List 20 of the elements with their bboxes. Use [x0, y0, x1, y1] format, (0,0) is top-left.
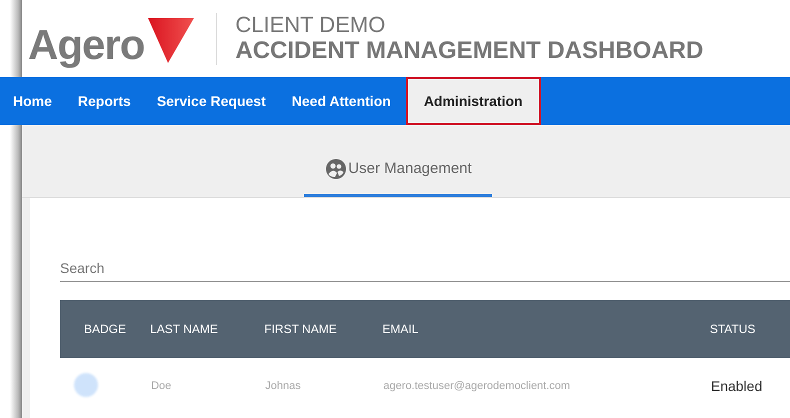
column-header: BADGE [60, 300, 150, 358]
users-icon [326, 158, 346, 178]
column-header: EMAIL [382, 300, 710, 358]
badge-avatar [74, 372, 98, 396]
nav-tab[interactable]: Home [0, 77, 65, 125]
status-cell: Enabled [710, 378, 762, 394]
column-header: FIRST NAME [264, 300, 382, 358]
client-name: CLIENT DEMO [235, 14, 386, 36]
nav-tab[interactable]: Reports [64, 77, 144, 125]
column-header: STATUS [710, 300, 790, 358]
table-cell: Doe [151, 380, 172, 392]
search-field[interactable]: Search [60, 256, 790, 282]
table-cell: agero.testuser@agerodemoclient.com [383, 380, 570, 392]
logo-text: Agero [28, 20, 144, 68]
dashboard-title: ACCIDENT MANAGEMENT DASHBOARD [235, 39, 704, 63]
table-cell: Johnas [265, 380, 301, 392]
nav-tab[interactable]: Need Attention [278, 77, 404, 125]
column-header: LAST NAME [150, 300, 264, 358]
nav-tab[interactable]: Administration [406, 77, 541, 125]
nav-tab[interactable]: Service Request [144, 77, 279, 125]
